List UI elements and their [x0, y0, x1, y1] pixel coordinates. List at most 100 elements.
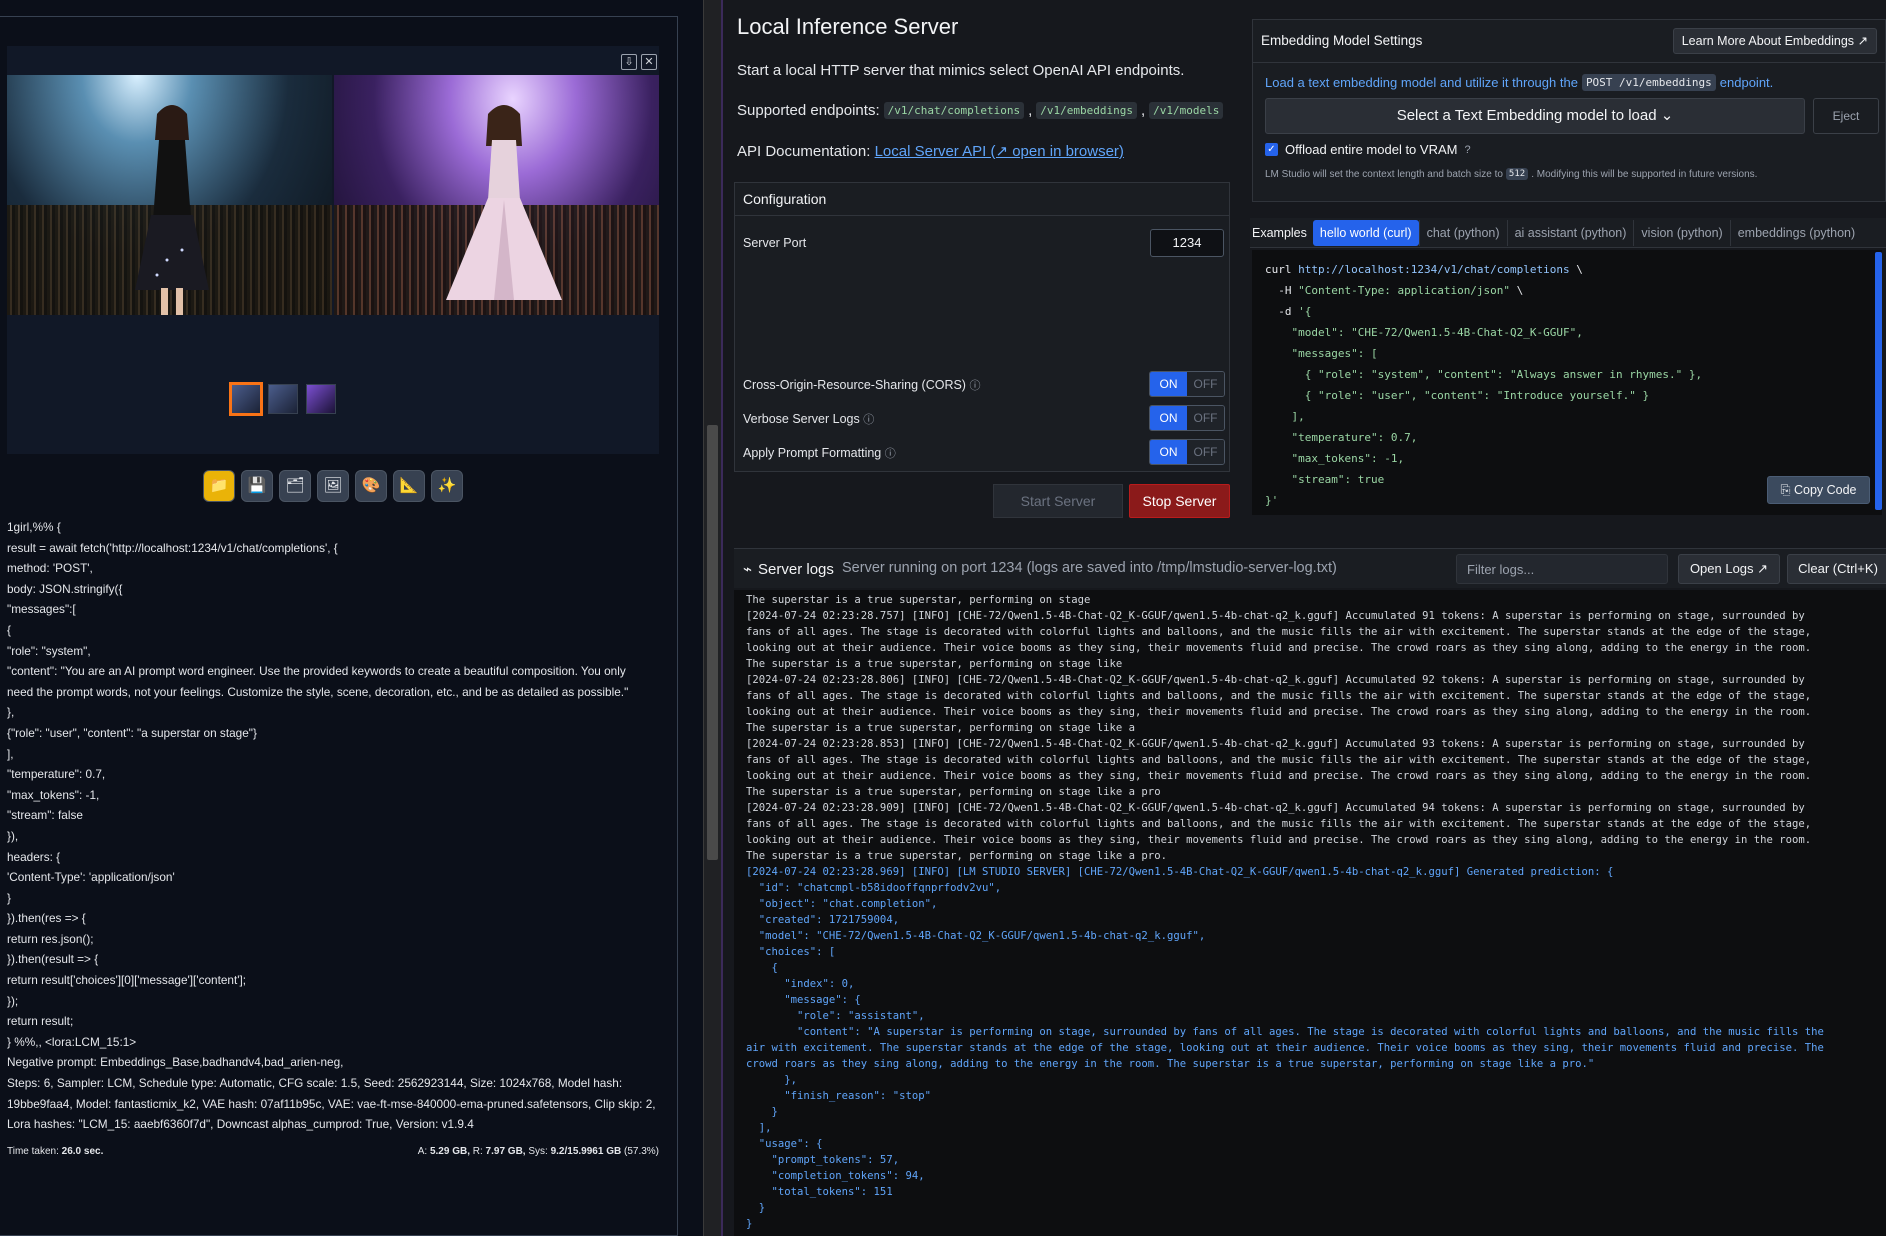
- embedding-settings-panel: Embedding Model Settings Learn More Abou…: [1252, 19, 1886, 202]
- mem-a-value: 5.29 GB,: [429, 1146, 470, 1157]
- gen-info-line: need the prompt words, not your feelings…: [7, 684, 629, 699]
- generated-image-2[interactable]: [334, 75, 659, 315]
- server-port-input[interactable]: 1234: [1150, 229, 1224, 257]
- thumbnail-image-1[interactable]: [268, 384, 298, 414]
- verbose-toggle[interactable]: ON OFF: [1149, 405, 1225, 431]
- verbose-row: Verbose Server Logs ⓘ: [743, 411, 874, 427]
- cors-label: Cross-Origin-Resource-Sharing (CORS): [743, 378, 966, 392]
- endpoints-label: Supported endpoints:: [737, 102, 880, 119]
- send-to-extras-icon[interactable]: 📐: [393, 470, 425, 502]
- gen-info-line: "messages":[: [7, 602, 76, 617]
- doc-link[interactable]: Local Server API (↗ open in browser): [875, 143, 1124, 160]
- embedding-model-select[interactable]: Select a Text Embedding model to load ⌄: [1265, 98, 1805, 134]
- start-server-button[interactable]: Start Server: [993, 484, 1123, 518]
- gen-info-line: 19bbe9faa4, Model: fantasticmix_k2, VAE …: [7, 1096, 656, 1111]
- gen-info-line: body: JSON.stringify({: [7, 581, 123, 596]
- toggle-on[interactable]: ON: [1150, 440, 1187, 464]
- gen-info-line: "role": "system",: [7, 643, 91, 658]
- doc-label: API Documentation:: [737, 143, 871, 160]
- eject-button[interactable]: Eject: [1813, 98, 1879, 134]
- gen-info-line: "content": "You are an AI prompt word en…: [7, 664, 626, 679]
- note-prefix: LM Studio will set the context length an…: [1265, 168, 1503, 180]
- copy-icon: ⎘: [1780, 483, 1791, 497]
- send-to-img2img-icon[interactable]: 🖼: [317, 470, 349, 502]
- embedding-note: LM Studio will set the context length an…: [1265, 168, 1757, 180]
- gen-info-line: "stream": false: [7, 808, 83, 823]
- filter-logs-input[interactable]: Filter logs...: [1456, 554, 1668, 584]
- toggle-off[interactable]: OFF: [1187, 406, 1224, 430]
- activity-icon: ⌁: [743, 561, 753, 578]
- gen-info-line: 'Content-Type': 'application/json': [7, 870, 175, 885]
- examples-tabs: Examples hello world (curl) chat (python…: [1250, 218, 1886, 248]
- embedding-endpoint-chip: POST /v1/embeddings: [1581, 74, 1716, 91]
- verbose-label: Verbose Server Logs: [743, 412, 860, 426]
- generation-info: 1girl,%% {result = await fetch('http://l…: [7, 517, 662, 1135]
- configuration-title: Configuration: [735, 183, 1229, 216]
- gen-info-line: "temperature": 0.7,: [7, 767, 106, 782]
- mem-sys-value: 9.2/15.9961 GB: [550, 1146, 622, 1157]
- examples-label: Examples: [1252, 225, 1307, 240]
- code-scrollbar[interactable]: [1875, 252, 1882, 510]
- generated-image-1[interactable]: [7, 75, 332, 315]
- prompt-format-toggle[interactable]: ON OFF: [1149, 439, 1225, 465]
- time-value: 26.0 sec.: [61, 1146, 104, 1157]
- tab-chat-python[interactable]: chat (python): [1418, 219, 1507, 246]
- sparkle-icon[interactable]: ✨: [431, 470, 463, 502]
- clear-logs-button[interactable]: Clear (Ctrl+K): [1787, 554, 1886, 584]
- save-icon[interactable]: 💾: [241, 470, 273, 502]
- mem-a-label: A:: [417, 1146, 428, 1157]
- tab-ai-assistant-python[interactable]: ai assistant (python): [1506, 219, 1634, 246]
- port-label: Server Port: [743, 236, 807, 250]
- gen-info-line: });: [7, 993, 19, 1008]
- output-frame: ⇩ ✕ 📁 💾 🗂 🖼 🎨 📐 ✨ 1girl,%% {result = aw…: [0, 16, 678, 1236]
- embedding-description: Load a text embedding model and utilize …: [1265, 74, 1773, 91]
- tab-embeddings-python[interactable]: embeddings (python): [1729, 219, 1862, 246]
- open-folder-icon[interactable]: 📁: [203, 470, 235, 502]
- left-scrollbar[interactable]: [703, 0, 721, 1236]
- info-icon[interactable]: ⓘ: [969, 380, 980, 392]
- download-icon[interactable]: ⇩: [621, 54, 637, 70]
- gen-info-line: method: 'POST',: [7, 561, 93, 576]
- help-icon[interactable]: ?: [1464, 144, 1470, 156]
- offload-checkbox[interactable]: ✓: [1265, 143, 1278, 156]
- stop-server-button[interactable]: Stop Server: [1129, 484, 1230, 518]
- gen-info-line: Steps: 6, Sampler: LCM, Schedule type: A…: [7, 1076, 623, 1091]
- toggle-on[interactable]: ON: [1150, 406, 1187, 430]
- embedding-desc-prefix: Load a text embedding model and utilize …: [1265, 75, 1578, 90]
- gen-info-line: } %%,, <lora:LCM_15:1>: [7, 1034, 137, 1049]
- tab-hello-world-curl[interactable]: hello world (curl): [1312, 219, 1419, 246]
- send-to-inpaint-icon[interactable]: 🎨: [355, 470, 387, 502]
- logs-title-text: Server logs: [758, 560, 834, 578]
- toggle-on[interactable]: ON: [1150, 372, 1187, 396]
- embedding-desc-suffix: endpoint.: [1719, 75, 1774, 90]
- mem-pct: (57.3%): [623, 1146, 659, 1157]
- gen-info-line: headers: {: [7, 849, 61, 864]
- cors-toggle[interactable]: ON OFF: [1149, 371, 1225, 397]
- thumbnail-grid[interactable]: [229, 382, 263, 416]
- learn-more-embeddings-button[interactable]: Learn More About Embeddings ↗: [1672, 28, 1877, 54]
- note-suffix: . Modifying this will be supported in fu…: [1531, 168, 1758, 180]
- zip-icon[interactable]: 🗂: [279, 470, 311, 502]
- open-logs-button[interactable]: Open Logs ↗: [1678, 554, 1780, 584]
- supported-endpoints: Supported endpoints: /v1/chat/completion…: [737, 102, 1224, 119]
- thumbnail-image-2[interactable]: [306, 384, 336, 414]
- thumbnail-strip: [7, 382, 659, 418]
- gen-info-line: }).then(res => {: [7, 911, 86, 926]
- toggle-off[interactable]: OFF: [1187, 440, 1224, 464]
- close-icon[interactable]: ✕: [641, 54, 657, 70]
- note-code: 512: [1505, 168, 1529, 180]
- info-icon[interactable]: ⓘ: [863, 414, 874, 426]
- gen-info-line: Negative prompt: Embeddings_Base,badhand…: [7, 1055, 344, 1070]
- gen-info-line: "max_tokens": -1,: [7, 787, 100, 802]
- mem-r-label: R:: [472, 1146, 483, 1157]
- server-status-text: Server running on port 1234 (logs are sa…: [842, 560, 1337, 576]
- gen-info-line: return result['choices'][0]['message']['…: [7, 973, 247, 988]
- page-title: Local Inference Server: [737, 14, 959, 39]
- info-icon[interactable]: ⓘ: [885, 448, 896, 460]
- gen-info-line: Lora hashes: "LCM_15: aaebf6360f7d", Dow…: [7, 1117, 474, 1132]
- performance-info: Time taken: 26.0 sec. A: 5.29 GB, R: 7.9…: [7, 1146, 659, 1157]
- tab-vision-python[interactable]: vision (python): [1633, 219, 1729, 246]
- copy-code-button[interactable]: ⎘ Copy Code: [1767, 476, 1870, 504]
- offload-vram-checkbox-row[interactable]: ✓ Offload entire model to VRAM ?: [1265, 142, 1471, 157]
- toggle-off[interactable]: OFF: [1187, 372, 1224, 396]
